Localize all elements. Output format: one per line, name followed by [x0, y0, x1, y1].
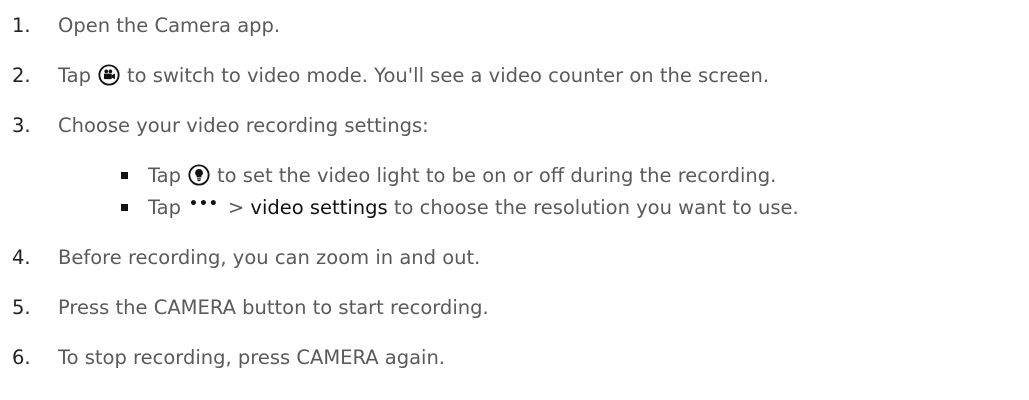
substep-text-post: to choose the resolution you want to use…	[393, 195, 799, 219]
bullet-square	[121, 204, 128, 211]
substep-text-pre: Tap	[148, 195, 182, 219]
video-camera-icon	[98, 64, 120, 86]
step-number: 5.	[12, 295, 31, 319]
substep-text: Tap to set the video light to be on or o…	[148, 164, 776, 187]
step-text: Before recording, you can zoom in and ou…	[58, 245, 481, 269]
substep-text-post: to set the video light to be on or off d…	[217, 163, 777, 187]
step-text: Open the Camera app.	[58, 13, 281, 37]
bullet-square	[121, 172, 128, 179]
step-text-post: to switch to video mode. You'll see a vi…	[127, 63, 770, 87]
step-number: 6.	[12, 345, 31, 369]
video-light-icon	[188, 164, 210, 186]
step-text: Tap to switch to video mode. You'll see …	[58, 64, 769, 87]
step-number: 4.	[12, 245, 31, 269]
step-text: To stop recording, press CAMERA again.	[58, 345, 446, 369]
step-number: 2.	[12, 63, 31, 87]
substep-text-pre: Tap	[148, 163, 182, 187]
step-number: 1.	[12, 13, 31, 37]
step-text: Press the CAMERA button to start recordi…	[58, 295, 489, 319]
substep-text: Tap ••• > video settings to choose the r…	[148, 196, 799, 219]
substep-text-mid: >	[227, 195, 245, 219]
more-options-icon: •••	[189, 196, 219, 212]
video-settings-label: video settings	[250, 195, 388, 219]
step-text-pre: Tap	[58, 63, 92, 87]
step-number: 3.	[12, 113, 31, 137]
step-text: Choose your video recording settings:	[58, 113, 429, 137]
